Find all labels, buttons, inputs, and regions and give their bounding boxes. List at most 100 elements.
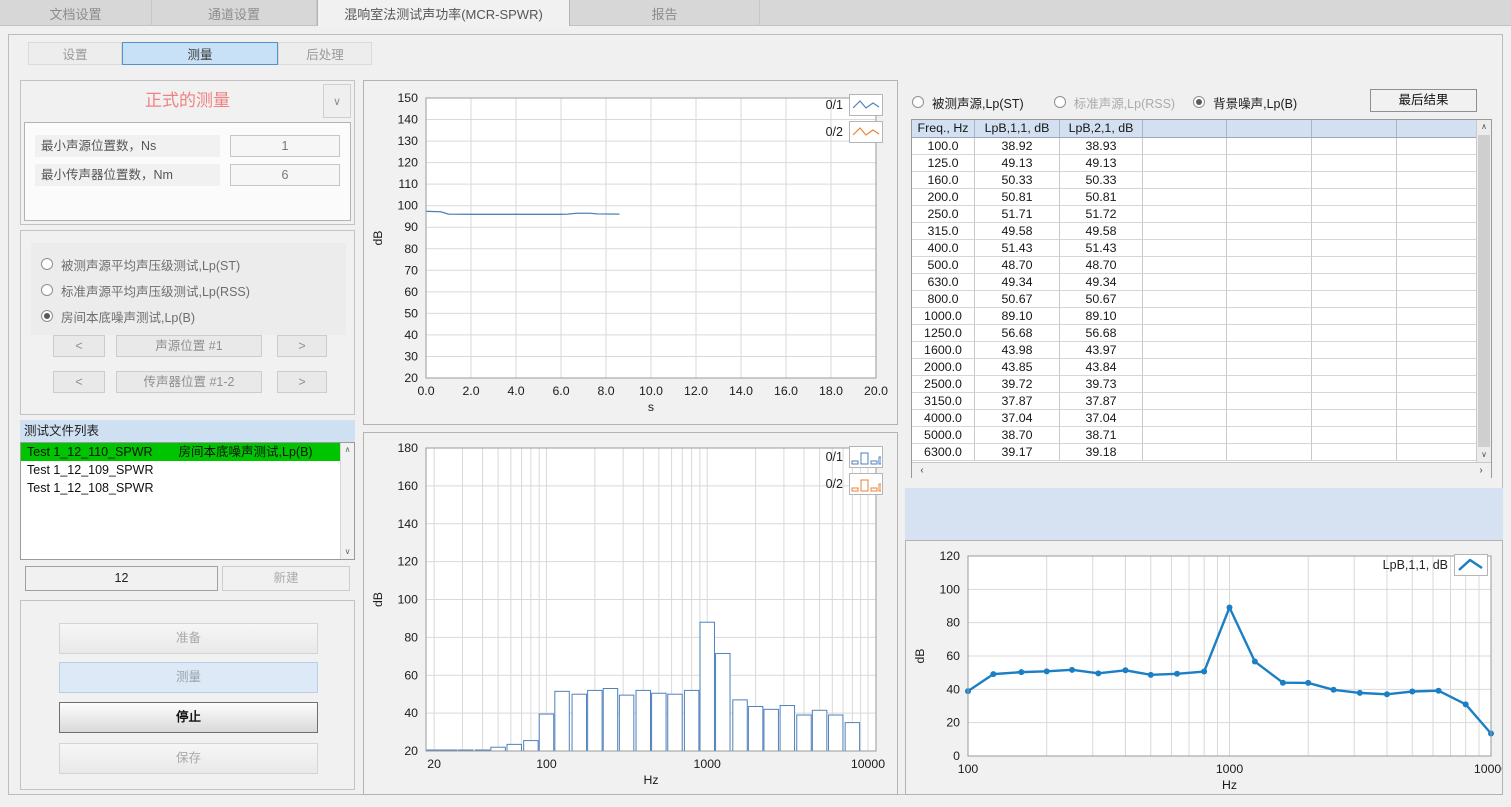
result-line-plot[interactable]: 020406080100120100100010000HzdB xyxy=(906,541,1502,794)
table-cell[interactable] xyxy=(1143,325,1227,342)
table-cell[interactable]: 37.04 xyxy=(1060,410,1143,427)
table-cell[interactable] xyxy=(1397,444,1477,461)
table-cell[interactable]: 160.0 xyxy=(912,172,975,189)
table-cell[interactable] xyxy=(1397,223,1477,240)
scroll-down-icon[interactable]: ∨ xyxy=(341,545,354,559)
table-cell[interactable] xyxy=(1143,444,1227,461)
table-cell[interactable] xyxy=(1227,444,1312,461)
tab-channel-settings[interactable]: 通道设置 xyxy=(152,0,317,26)
table-cell[interactable]: 51.71 xyxy=(975,206,1060,223)
save-button[interactable]: 保存 xyxy=(59,743,318,774)
table-cell[interactable] xyxy=(1397,274,1477,291)
radio-lp-st-test[interactable]: 被测声源平均声压级测试,Lp(ST) xyxy=(41,251,346,277)
legend-curve-icon[interactable] xyxy=(849,94,883,116)
table-cell[interactable]: 37.04 xyxy=(975,410,1060,427)
table-cell[interactable] xyxy=(1143,274,1227,291)
table-cell[interactable] xyxy=(1397,172,1477,189)
prepare-button[interactable]: 准备 xyxy=(59,623,318,654)
table-horizontal-scrollbar[interactable]: ‹ › xyxy=(912,462,1491,478)
table-cell[interactable] xyxy=(1397,240,1477,257)
table-header-cell[interactable]: Freq., Hz xyxy=(912,120,975,138)
table-cell[interactable] xyxy=(1397,393,1477,410)
table-cell[interactable]: 400.0 xyxy=(912,240,975,257)
table-header-cell[interactable] xyxy=(1397,120,1477,138)
table-cell[interactable]: 43.85 xyxy=(975,359,1060,376)
table-cell[interactable] xyxy=(1397,206,1477,223)
table-cell[interactable]: 125.0 xyxy=(912,155,975,172)
table-cell[interactable] xyxy=(1143,308,1227,325)
table-header-cell[interactable]: LpB,2,1, dB xyxy=(1060,120,1143,138)
table-cell[interactable] xyxy=(1312,223,1397,240)
table-cell[interactable] xyxy=(1143,189,1227,206)
table-cell[interactable]: 39.73 xyxy=(1060,376,1143,393)
table-cell[interactable]: 2000.0 xyxy=(912,359,975,376)
table-cell[interactable]: 48.70 xyxy=(1060,257,1143,274)
table-cell[interactable]: 38.93 xyxy=(1060,138,1143,155)
tab-mcr-spwr[interactable]: 混响室法测试声功率(MCR-SPWR) xyxy=(317,0,570,26)
table-header-cell[interactable] xyxy=(1312,120,1397,138)
mode-dropdown[interactable]: 正式的测量 ∨ xyxy=(21,81,354,121)
scroll-down-icon[interactable]: ∨ xyxy=(1477,448,1491,462)
table-cell[interactable] xyxy=(1143,172,1227,189)
source-position-prev-button[interactable]: < xyxy=(53,335,105,357)
scroll-right-icon[interactable]: › xyxy=(1473,463,1489,478)
table-cell[interactable] xyxy=(1397,189,1477,206)
list-item[interactable]: Test 1_12_109_SPWR xyxy=(21,461,340,479)
table-cell[interactable] xyxy=(1143,427,1227,444)
table-cell[interactable]: 43.98 xyxy=(975,342,1060,359)
scroll-up-icon[interactable]: ∧ xyxy=(341,443,354,457)
table-cell[interactable] xyxy=(1143,223,1227,240)
table-cell[interactable]: 49.58 xyxy=(1060,223,1143,240)
table-cell[interactable] xyxy=(1143,240,1227,257)
radio-result-lp-st[interactable]: 被测声源,Lp(ST) xyxy=(912,92,1024,112)
legend-curve-icon[interactable] xyxy=(849,473,883,495)
tab-report[interactable]: 报告 xyxy=(570,0,760,26)
table-cell[interactable]: 43.84 xyxy=(1060,359,1143,376)
table-cell[interactable] xyxy=(1312,410,1397,427)
table-cell[interactable]: 250.0 xyxy=(912,206,975,223)
table-cell[interactable] xyxy=(1143,257,1227,274)
table-cell[interactable] xyxy=(1397,342,1477,359)
table-cell[interactable] xyxy=(1397,410,1477,427)
table-cell[interactable] xyxy=(1227,359,1312,376)
table-cell[interactable]: 49.34 xyxy=(1060,274,1143,291)
subtab-postprocess[interactable]: 后处理 xyxy=(278,42,372,65)
table-cell[interactable] xyxy=(1312,325,1397,342)
table-cell[interactable]: 89.10 xyxy=(975,308,1060,325)
source-position-label-button[interactable]: 声源位置 #1 xyxy=(116,335,262,357)
table-cell[interactable] xyxy=(1143,138,1227,155)
table-cell[interactable]: 51.72 xyxy=(1060,206,1143,223)
table-cell[interactable] xyxy=(1227,393,1312,410)
table-cell[interactable]: 89.10 xyxy=(1060,308,1143,325)
table-cell[interactable] xyxy=(1227,274,1312,291)
table-cell[interactable] xyxy=(1312,138,1397,155)
table-cell[interactable] xyxy=(1397,427,1477,444)
table-cell[interactable] xyxy=(1397,138,1477,155)
table-cell[interactable] xyxy=(1312,189,1397,206)
mic-position-next-button[interactable]: > xyxy=(277,371,327,393)
test-count-button[interactable]: 12 xyxy=(25,566,218,591)
table-cell[interactable]: 2500.0 xyxy=(912,376,975,393)
table-cell[interactable] xyxy=(1312,240,1397,257)
table-cell[interactable]: 37.87 xyxy=(1060,393,1143,410)
table-cell[interactable]: 50.67 xyxy=(1060,291,1143,308)
table-cell[interactable] xyxy=(1227,138,1312,155)
table-cell[interactable] xyxy=(1312,376,1397,393)
table-cell[interactable]: 49.13 xyxy=(1060,155,1143,172)
table-cell[interactable] xyxy=(1143,342,1227,359)
min-mic-positions-value[interactable]: 6 xyxy=(230,164,340,186)
table-cell[interactable]: 38.92 xyxy=(975,138,1060,155)
radio-result-lp-rss[interactable]: 标准声源,Lp(RSS) xyxy=(1054,92,1175,112)
table-cell[interactable] xyxy=(1312,444,1397,461)
table-cell[interactable] xyxy=(1312,393,1397,410)
table-cell[interactable]: 56.68 xyxy=(1060,325,1143,342)
table-cell[interactable] xyxy=(1227,325,1312,342)
table-cell[interactable] xyxy=(1397,376,1477,393)
table-cell[interactable]: 1600.0 xyxy=(912,342,975,359)
radio-lp-rss-test[interactable]: 标准声源平均声压级测试,Lp(RSS) xyxy=(41,277,346,303)
table-cell[interactable]: 1250.0 xyxy=(912,325,975,342)
file-list-scrollbar[interactable]: ∧ ∨ xyxy=(340,443,354,559)
scroll-up-icon[interactable]: ∧ xyxy=(1477,120,1491,134)
table-cell[interactable]: 1000.0 xyxy=(912,308,975,325)
table-cell[interactable] xyxy=(1397,155,1477,172)
